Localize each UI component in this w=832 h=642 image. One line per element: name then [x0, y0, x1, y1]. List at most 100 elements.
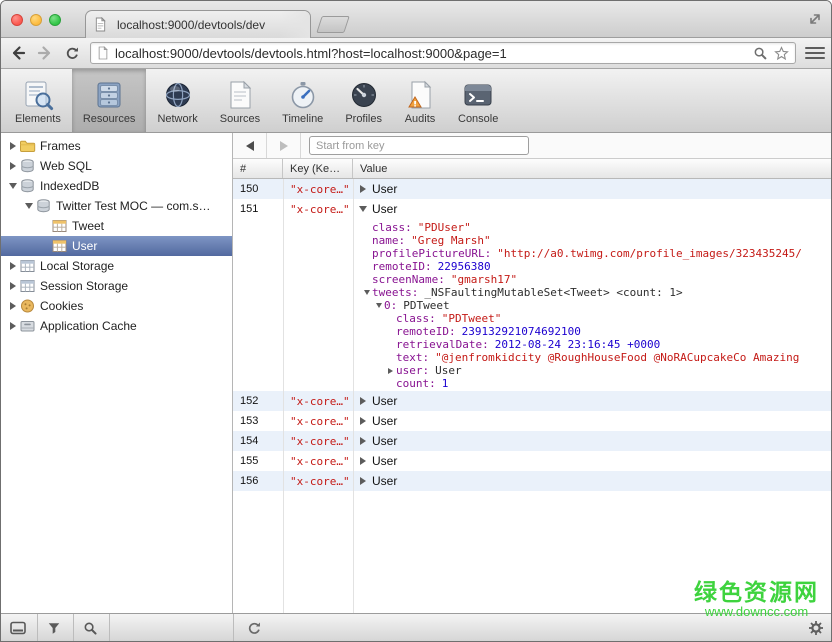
- sidebar-item-local-storage[interactable]: Local Storage: [1, 256, 232, 276]
- tab-resources[interactable]: Resources: [72, 69, 147, 132]
- disclosure-down-icon[interactable]: [361, 290, 372, 295]
- filter-icon[interactable]: [45, 619, 63, 637]
- disclosure-down-icon[interactable]: [23, 203, 35, 209]
- disclosure-right-icon[interactable]: [7, 282, 19, 290]
- property-value: "Greg Marsh": [411, 234, 490, 247]
- grid-body: 150"x-core…"User151"x-core…"Userclass"PD…: [233, 179, 832, 615]
- row-number: 150: [233, 183, 283, 195]
- row-key: "x-core…": [283, 183, 353, 196]
- page-forward-button[interactable]: [267, 133, 301, 158]
- zoom-window-button[interactable]: [49, 14, 61, 26]
- property-value: 239132921074692100: [462, 325, 581, 338]
- browser-window: localhost:9000/devtools/dev localhost:90…: [0, 0, 832, 642]
- row-key: "x-core…": [283, 455, 353, 468]
- disclosure-right-icon[interactable]: [7, 322, 19, 330]
- sidebar-item-twitter-test-moc-com-s[interactable]: Twitter Test MOC — com.s…: [1, 196, 232, 216]
- column-header-key[interactable]: Key (Ke…: [283, 159, 353, 178]
- tab-elements[interactable]: Elements: [4, 69, 72, 132]
- database-icon: [35, 198, 52, 214]
- tab-label: Timeline: [282, 113, 323, 125]
- property-value: "PDUser": [418, 221, 471, 234]
- address-bar: localhost:9000/devtools/devtools.html?ho…: [1, 38, 832, 69]
- table-row[interactable]: 150"x-core…" User: [233, 179, 832, 199]
- sidebar-item-tweet[interactable]: Tweet: [1, 216, 232, 236]
- table-row[interactable]: 155"x-core…"User: [233, 451, 832, 471]
- row-value: User: [372, 202, 397, 216]
- property-name: remoteID: [372, 260, 432, 273]
- column-header-value[interactable]: Value: [353, 159, 832, 178]
- bookmark-star-icon[interactable]: [774, 46, 789, 61]
- sidebar-item-session-storage[interactable]: Session Storage: [1, 276, 232, 296]
- sidebar-item-user[interactable]: User: [1, 236, 232, 256]
- disclosure-right-icon[interactable]: [357, 417, 369, 425]
- disclosure-right-icon[interactable]: [357, 185, 369, 193]
- row-key: "x-core…": [283, 395, 353, 408]
- new-tab-button[interactable]: [316, 16, 350, 33]
- tab-network[interactable]: Network: [146, 69, 208, 132]
- row-value: User: [372, 414, 397, 428]
- table-row[interactable]: 156"x-core…"User: [233, 471, 832, 491]
- devtools-toolbar: ElementsResourcesNetwork Sources Timeline P…: [1, 69, 832, 133]
- refresh-button[interactable]: [245, 619, 263, 637]
- disclosure-right-icon[interactable]: [7, 162, 19, 170]
- disclosure-right-icon[interactable]: [385, 368, 396, 374]
- property-value: 2012-08-24 23:16:45 +0000: [495, 338, 661, 351]
- back-button[interactable]: [9, 44, 27, 62]
- sidebar-item-label: Local Storage: [40, 259, 114, 273]
- expand-arrows-icon[interactable]: [807, 11, 823, 27]
- database-icon: [19, 158, 36, 174]
- menu-button[interactable]: [805, 44, 825, 62]
- tab-timeline[interactable]: Timeline: [271, 69, 334, 132]
- audits-icon: [404, 79, 436, 111]
- browser-tab[interactable]: localhost:9000/devtools/dev: [85, 10, 311, 38]
- row-value: User: [372, 182, 397, 196]
- property-name: class: [372, 221, 412, 234]
- toggle-console-button[interactable]: [9, 619, 27, 637]
- row-key: "x-core…": [283, 415, 353, 428]
- disclosure-right-icon[interactable]: [7, 262, 19, 270]
- sidebar-item-web-sql[interactable]: Web SQL: [1, 156, 232, 176]
- timeline-icon: [287, 79, 319, 111]
- column-header-number[interactable]: #: [233, 159, 283, 178]
- sources-icon: [224, 79, 256, 111]
- disclosure-down-icon[interactable]: [373, 303, 384, 308]
- disclosure-down-icon[interactable]: [7, 183, 19, 189]
- sidebar-item-application-cache[interactable]: Application Cache: [1, 316, 232, 336]
- settings-gear-icon[interactable]: [807, 619, 825, 637]
- disclosure-right-icon[interactable]: [357, 457, 369, 465]
- table-row[interactable]: 152"x-core…"User: [233, 391, 832, 411]
- table-row[interactable]: 151"x-core…"Userclass"PDUser"name"Greg M…: [233, 199, 832, 391]
- tab-label: Audits: [405, 113, 436, 125]
- sidebar-item-frames[interactable]: Frames: [1, 136, 232, 156]
- sidebar-item-cookies[interactable]: Cookies: [1, 296, 232, 316]
- disclosure-right-icon[interactable]: [357, 397, 369, 405]
- tab-sources[interactable]: Sources: [209, 69, 271, 132]
- zoom-icon[interactable]: [753, 46, 768, 61]
- tab-label: Sources: [220, 113, 260, 125]
- sidebar-item-label: Twitter Test MOC — com.s…: [56, 199, 210, 213]
- disclosure-right-icon[interactable]: [357, 477, 369, 485]
- table-row[interactable]: 153"x-core…"User: [233, 411, 832, 431]
- close-window-button[interactable]: [11, 14, 23, 26]
- search-icon[interactable]: [81, 619, 99, 637]
- property-name: tweets: [372, 286, 418, 299]
- tab-title: localhost:9000/devtools/dev: [117, 18, 302, 32]
- start-from-key-input[interactable]: [309, 136, 529, 155]
- url-field[interactable]: localhost:9000/devtools/devtools.html?ho…: [90, 42, 796, 64]
- tab-console[interactable]: Console: [447, 69, 509, 132]
- disclosure-right-icon[interactable]: [7, 142, 19, 150]
- row-number: 152: [233, 395, 283, 407]
- disclosure-right-icon[interactable]: [7, 302, 19, 310]
- row-number: 151: [233, 203, 283, 215]
- sidebar-item-indexeddb[interactable]: IndexedDB: [1, 176, 232, 196]
- disclosure-down-icon[interactable]: [357, 206, 369, 212]
- minimize-window-button[interactable]: [30, 14, 42, 26]
- tab-profiles[interactable]: Profiles: [334, 69, 393, 132]
- disclosure-right-icon[interactable]: [357, 437, 369, 445]
- reload-button[interactable]: [63, 44, 81, 62]
- page-back-button[interactable]: [233, 133, 267, 158]
- tab-audits[interactable]: Audits: [393, 69, 447, 132]
- forward-button[interactable]: [36, 44, 54, 62]
- table-row[interactable]: 154"x-core…"User: [233, 431, 832, 451]
- data-view-navbar: [233, 133, 832, 159]
